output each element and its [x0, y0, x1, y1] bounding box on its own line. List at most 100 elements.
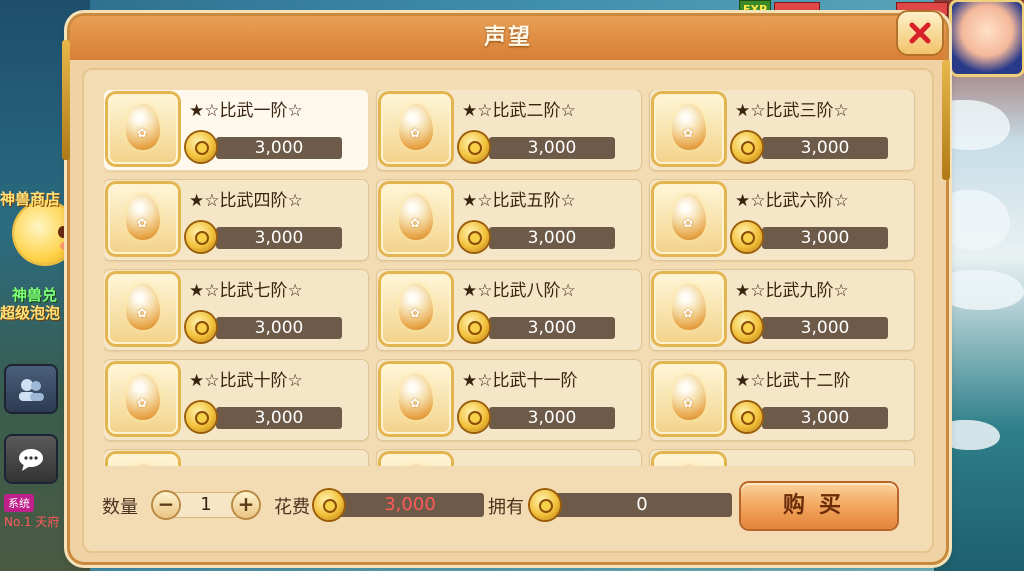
item-price: 3,000 [762, 317, 888, 339]
egg-icon: ✿ [399, 104, 433, 150]
hp-bar [774, 2, 820, 16]
item-icon-frame: ✿ [654, 454, 724, 466]
close-button[interactable] [898, 12, 942, 54]
chat-icon [19, 449, 43, 471]
shop-item[interactable]: ✿ ★☆比武五阶☆ 3,000 [377, 180, 641, 260]
item-name: ★☆比武七阶☆ [189, 281, 303, 301]
egg-icon: ✿ [672, 104, 706, 150]
shop-item[interactable]: ✿ ★☆比武十阶☆ 3,000 [104, 360, 368, 440]
egg-icon: ✿ [672, 194, 706, 240]
shop-item[interactable]: ✿ [377, 450, 641, 466]
egg-flower-icon: ✿ [137, 306, 148, 320]
cost-value: 3,000 [336, 493, 484, 517]
item-icon-frame: ✿ [108, 364, 178, 434]
shop-item[interactable]: ✿ ★☆比武一阶☆ 3,000 [104, 90, 368, 170]
npc-icon[interactable] [14, 202, 76, 264]
system-tag: 系统 [4, 494, 34, 512]
egg-flower-icon: ✿ [410, 306, 421, 320]
coin-icon [732, 222, 762, 252]
item-name: ★☆比武二阶☆ [462, 101, 576, 121]
egg-icon: ✿ [399, 464, 433, 466]
item-name: ★☆比武八阶☆ [462, 281, 576, 301]
coin-icon [186, 132, 216, 162]
coin-icon [732, 312, 762, 342]
decorative-tassel [62, 40, 70, 160]
item-icon-frame: ✿ [108, 94, 178, 164]
egg-flower-icon: ✿ [137, 396, 148, 410]
item-name: ★☆比武九阶☆ [735, 281, 849, 301]
egg-flower-icon: ✿ [683, 306, 694, 320]
item-name: ★☆比武十一阶 [462, 371, 578, 391]
item-price: 3,000 [762, 137, 888, 159]
item-icon-frame: ✿ [108, 454, 178, 466]
buy-button[interactable]: 购买 [741, 483, 897, 529]
chat-button[interactable] [6, 436, 56, 482]
snow-patch [940, 270, 1024, 310]
egg-icon: ✿ [672, 464, 706, 466]
shop-label[interactable]: 神兽商店 [0, 188, 60, 209]
coin-icon [732, 402, 762, 432]
shop-item[interactable]: ✿ ★☆比武三阶☆ 3,000 [650, 90, 914, 170]
coin-icon [314, 490, 344, 520]
shop-item[interactable]: ✿ ★☆比武四阶☆ 3,000 [104, 180, 368, 260]
system-message: No.1 天府 [4, 515, 60, 529]
shop-item[interactable]: ✿ [104, 450, 368, 466]
shop-item[interactable]: ✿ ★☆比武七阶☆ 3,000 [104, 270, 368, 350]
item-icon-frame: ✿ [654, 94, 724, 164]
item-price: 3,000 [489, 227, 615, 249]
decrease-quantity-button[interactable]: − [153, 492, 179, 518]
coin-icon [459, 312, 489, 342]
egg-icon: ✿ [126, 284, 160, 330]
item-price: 3,000 [216, 137, 342, 159]
coin-icon [186, 312, 216, 342]
coin-icon [459, 222, 489, 252]
egg-icon: ✿ [399, 374, 433, 420]
egg-icon: ✿ [399, 284, 433, 330]
dialog-title: 声望 [483, 25, 532, 50]
shop-item[interactable]: ✿ [650, 450, 914, 466]
npc-eye [58, 226, 68, 238]
friends-button[interactable] [6, 366, 56, 412]
item-price: 3,000 [216, 407, 342, 429]
shop-item[interactable]: ✿ ★☆比武六阶☆ 3,000 [650, 180, 914, 260]
egg-flower-icon: ✿ [683, 216, 694, 230]
item-name: ★☆比武十阶☆ [189, 371, 303, 391]
item-icon-frame: ✿ [654, 184, 724, 254]
close-icon [909, 22, 931, 44]
item-name: ★☆比武一阶☆ [189, 101, 303, 121]
shop-item[interactable]: ✿ ★☆比武十一阶 3,000 [377, 360, 641, 440]
item-name: ★☆比武五阶☆ [462, 191, 576, 211]
egg-icon: ✿ [126, 464, 160, 466]
quantity-value[interactable]: 1 [180, 492, 232, 518]
owned-value: 0 [552, 493, 732, 517]
item-price: 3,000 [216, 317, 342, 339]
item-icon-frame: ✿ [381, 364, 451, 434]
snow-patch [940, 420, 1000, 450]
shop-item[interactable]: ✿ ★☆比武九阶☆ 3,000 [650, 270, 914, 350]
item-grid[interactable]: ✿ ★☆比武一阶☆ 3,000 ✿ ★☆比武二阶☆ 3,000 ✿ ★☆比武三阶☆ 3,000 ✿… [104, 90, 920, 466]
egg-icon: ✿ [126, 194, 160, 240]
player-avatar[interactable] [952, 2, 1022, 74]
friends-icon [19, 379, 44, 401]
coin-icon [530, 490, 560, 520]
egg-flower-icon: ✿ [410, 216, 421, 230]
egg-flower-icon: ✿ [683, 396, 694, 410]
egg-flower-icon: ✿ [683, 126, 694, 140]
quantity-label: 数量 [102, 497, 138, 518]
item-price: 3,000 [489, 137, 615, 159]
egg-flower-icon: ✿ [410, 396, 421, 410]
bubble-label[interactable]: 超级泡泡 [0, 302, 60, 323]
item-name: ★☆比武十二阶 [735, 371, 851, 391]
plus-icon: + [237, 492, 255, 516]
shop-item[interactable]: ✿ ★☆比武二阶☆ 3,000 [377, 90, 641, 170]
item-name: ★☆比武四阶☆ [189, 191, 303, 211]
item-icon-frame: ✿ [108, 184, 178, 254]
owned-label: 拥有 [488, 497, 524, 518]
egg-flower-icon: ✿ [137, 216, 148, 230]
egg-flower-icon: ✿ [137, 126, 148, 140]
item-price: 3,000 [762, 227, 888, 249]
increase-quantity-button[interactable]: + [233, 492, 259, 518]
shop-item[interactable]: ✿ ★☆比武八阶☆ 3,000 [377, 270, 641, 350]
egg-icon: ✿ [126, 374, 160, 420]
shop-item[interactable]: ✿ ★☆比武十二阶 3,000 [650, 360, 914, 440]
